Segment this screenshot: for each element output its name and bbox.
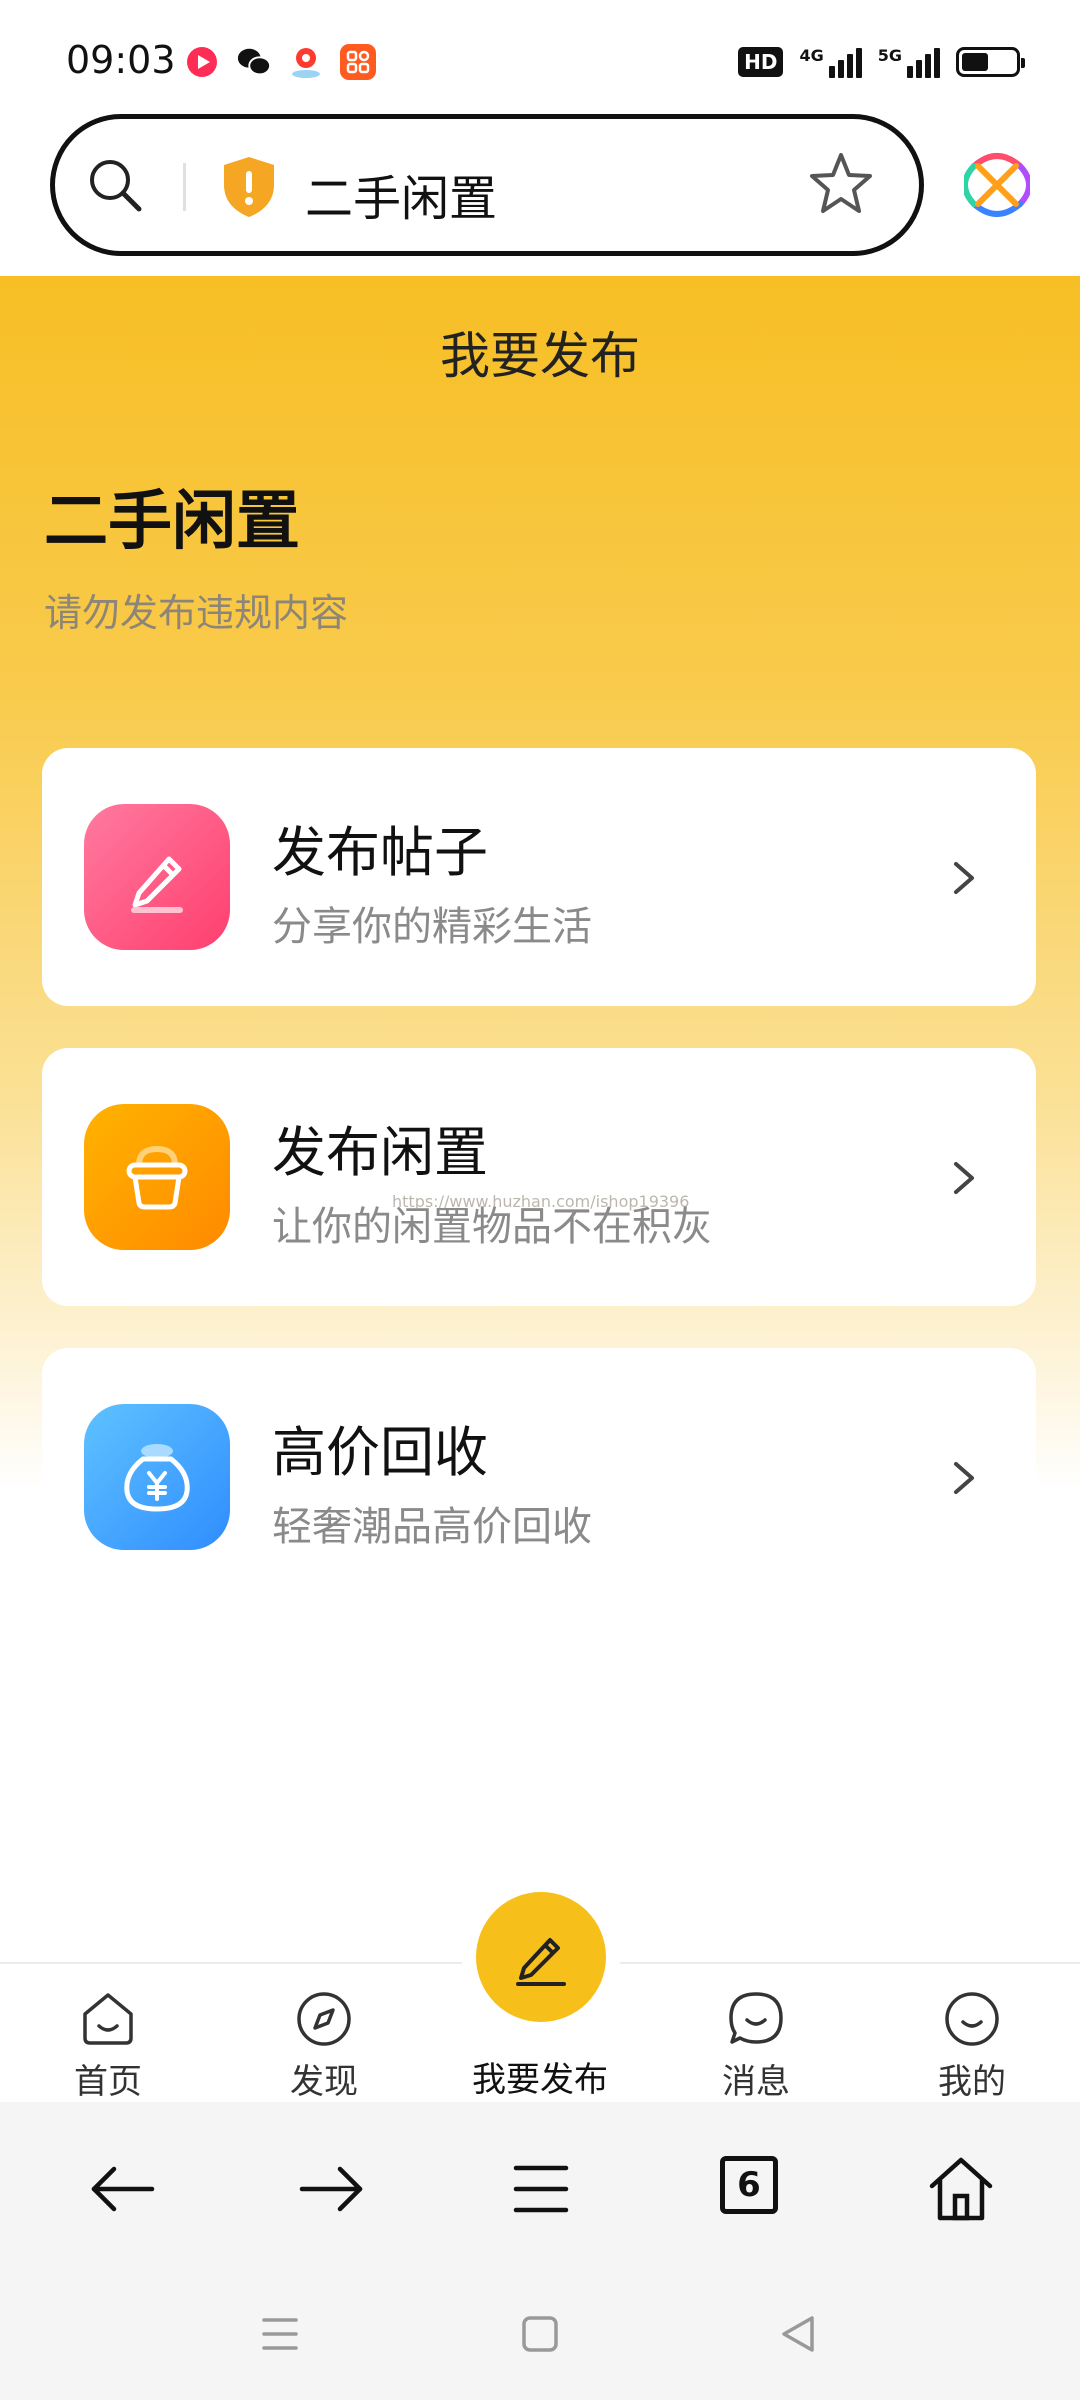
pencil-icon: [516, 1938, 566, 1986]
basket-icon: [84, 1104, 230, 1250]
star-icon[interactable]: [808, 151, 874, 217]
security-shield-icon[interactable]: [220, 155, 278, 219]
card-description: 分享你的精彩生活: [272, 904, 592, 950]
publish-post-card[interactable]: 发布帖子 分享你的精彩生活: [42, 748, 1036, 1006]
card-title: 发布闲置: [272, 1121, 488, 1184]
forward-arrow-icon[interactable]: [296, 2154, 366, 2224]
status-bar: 09:03 HD 4G 5G: [0, 0, 1080, 110]
status-indicators: HD 4G 5G: [738, 44, 1025, 80]
tab-discover[interactable]: 发现: [254, 1990, 394, 2103]
home-smile-icon: [83, 1993, 133, 2045]
chat-bubble-icon: [729, 1992, 783, 2044]
signal-5g-icon: 5G: [878, 46, 940, 78]
tab-messages[interactable]: 消息: [686, 1990, 826, 2103]
tab-mine[interactable]: 我的: [902, 1990, 1042, 2103]
compass-icon: [297, 1992, 351, 2046]
tab-publish-label[interactable]: 我要发布: [440, 2052, 640, 2101]
back-triangle-icon[interactable]: [776, 2312, 820, 2356]
shopping-app-icon: [340, 44, 376, 80]
money-bag-icon: [84, 1404, 230, 1550]
chevron-right-icon: [954, 1162, 974, 1194]
tab-label: 发现: [290, 2062, 358, 2102]
home-icon[interactable]: [926, 2154, 996, 2224]
video-app-icon: [184, 44, 220, 80]
high-price-recycle-card[interactable]: 高价回收 轻奢潮品高价回收: [42, 1348, 1036, 1606]
recent-apps-icon[interactable]: [258, 2312, 302, 2356]
watermark-text: https://www.huzhan.com/ishop19396: [392, 1192, 690, 1211]
publish-idle-card[interactable]: 发布闲置 让你的闲置物品不在积灰: [42, 1048, 1036, 1306]
system-navigation-bar: [0, 2270, 1080, 2400]
browser-logo-icon[interactable]: [964, 152, 1030, 218]
section-subtitle: 请勿发布违规内容: [44, 591, 349, 635]
map-app-icon: [288, 44, 324, 80]
signal-4g-icon: 4G: [799, 46, 862, 78]
tab-home[interactable]: 首页: [38, 1990, 178, 2103]
hd-badge: HD: [738, 47, 784, 77]
tab-label: 我的: [938, 2062, 1006, 2102]
card-title: 发布帖子: [272, 821, 488, 884]
tabs-icon[interactable]: 6: [720, 2156, 778, 2214]
publish-fab-button[interactable]: [476, 1892, 606, 2022]
back-arrow-icon[interactable]: [88, 2154, 158, 2224]
card-title: 高价回收: [272, 1421, 488, 1484]
tab-label: 消息: [722, 2062, 790, 2102]
card-description: 轻奢潮品高价回收: [272, 1504, 592, 1550]
smile-face-icon: [945, 1992, 999, 2046]
publish-page: 我要发布 二手闲置 请勿发布违规内容 发布帖子 分享你的精彩生活 发布闲置 让你…: [0, 276, 1080, 1962]
tab-label: 首页: [74, 2062, 142, 2102]
battery-icon: [956, 47, 1025, 77]
address-divider: [183, 163, 186, 211]
search-icon[interactable]: [85, 155, 145, 215]
pencil-icon: [84, 804, 230, 950]
chevron-right-icon: [954, 1462, 974, 1494]
menu-icon[interactable]: [506, 2154, 576, 2224]
home-square-icon[interactable]: [518, 2312, 562, 2356]
address-text[interactable]: 二手闲置: [305, 159, 497, 229]
browser-navigation-bar: 6: [0, 2102, 1080, 2270]
page-title: 我要发布: [440, 327, 640, 385]
status-time: 09:03: [66, 38, 176, 82]
address-bar[interactable]: 二手闲置: [50, 114, 924, 256]
section-title: 二手闲置: [44, 485, 300, 559]
wechat-icon: [236, 44, 272, 80]
chevron-right-icon: [954, 862, 974, 894]
